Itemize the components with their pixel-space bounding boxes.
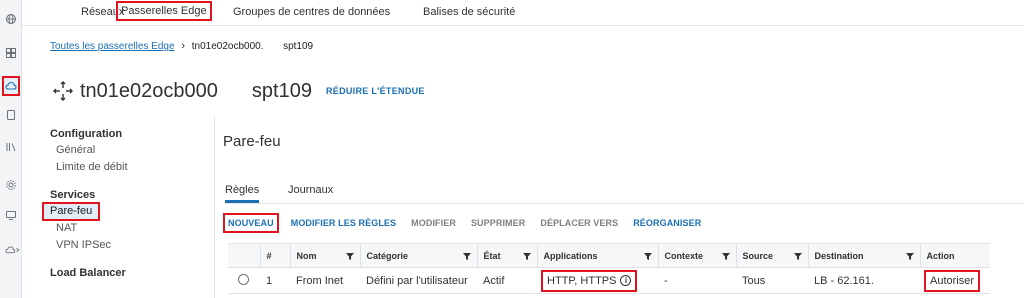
menu-item-general[interactable]: Général [50,143,210,158]
new-button[interactable]: NOUVEAU [223,213,279,233]
breadcrumb-separator: › [181,40,185,52]
cloud-expand-icon[interactable] [4,243,22,257]
action-box: Autoriser [924,269,981,292]
gear-icon[interactable] [4,178,18,192]
tab-security-tags[interactable]: Balises de sécurité [423,6,515,18]
header-context[interactable]: Contexte [657,243,736,268]
tab-edge-gateways[interactable]: Passerelles Edge [116,1,212,21]
applications-box: HTTP, HTTPS i [541,269,638,292]
filter-icon[interactable] [345,252,354,260]
delete-button[interactable]: SUPPRIMER [471,218,525,228]
cell-action: Autoriser [920,267,990,294]
reorder-button[interactable]: RÉORGANISER [633,218,701,228]
rules-tabs: Règles Journaux [225,180,1024,204]
cell-destination: LB - 62.161. [808,267,920,294]
info-icon[interactable]: i [620,275,632,287]
settings-menu: Configuration Général Limite de débit Se… [42,128,210,279]
filter-icon[interactable] [793,252,802,260]
tab-rules[interactable]: Règles [225,184,260,203]
edge-gateway-arrows-icon [53,81,73,101]
cell-state: Actif [477,267,537,294]
cell-applications: HTTP, HTTPS i [537,267,658,294]
edit-button[interactable]: MODIFIER [411,218,456,228]
filter-icon[interactable] [462,252,471,260]
header-source[interactable]: Source [735,243,808,268]
edit-rules-button[interactable]: MODIFIER LES RÈGLES [291,218,396,228]
breadcrumb-link[interactable]: Toutes les passerelles Edge [50,41,175,52]
firewall-rules-table: # Nom Catégorie État Applications Contex… [228,243,990,294]
header-state[interactable]: État [476,243,537,268]
cell-number: 1 [260,267,290,294]
header-applications[interactable]: Applications [536,243,658,268]
library-icon[interactable] [4,140,18,154]
header-name[interactable]: Nom [289,243,360,268]
header-action: Action [919,243,990,268]
table-row[interactable]: 1 From Inet Défini par l'utilisateur Act… [228,267,990,294]
cloud-icon[interactable] [2,76,20,96]
header-number: # [259,243,290,268]
monitor-icon[interactable] [4,208,18,222]
menu-heading-services: Services [50,189,96,201]
menu-heading-load-balancer[interactable]: Load Balancer [50,267,210,279]
filter-icon[interactable] [721,252,730,260]
page-title-a: tn01e02ocb000 [80,79,218,102]
grid-icon[interactable] [4,46,18,60]
cell-name: From Inet [290,267,360,294]
reduce-scope-link[interactable]: RÉDUIRE L'ÉTENDUE [326,86,425,96]
document-icon[interactable] [4,108,18,122]
cell-source: Tous [736,267,808,294]
breadcrumb-current-a: tn01e02ocb000. [191,41,264,52]
filter-icon[interactable] [643,252,652,260]
menu-item-vpn-ipsec[interactable]: VPN IPSec [50,238,210,253]
header-category[interactable]: Catégorie [359,243,477,268]
filter-icon[interactable] [522,252,531,260]
filter-icon[interactable] [905,252,914,260]
page-header: tn01e02ocb000 spt109 RÉDUIRE L'ÉTENDUE [52,74,425,108]
left-icon-rail [0,0,22,298]
breadcrumb-current-b: spt109 [283,41,314,52]
panel-title: Pare-feu [223,133,281,150]
row-select-radio[interactable] [238,273,249,285]
move-to-button[interactable]: DÉPLACER VERS [540,218,618,228]
menu-item-rate-limit[interactable]: Limite de débit [50,160,210,175]
top-nav: Réseaux Passerelles Edge Groupes de cent… [22,0,1024,26]
breadcrumb: Toutes les passerelles Edge › tn01e02ocb… [50,40,313,52]
table-header-row: # Nom Catégorie État Applications Contex… [228,243,990,268]
menu-heading-configuration: Configuration [50,128,123,140]
globe-icon[interactable] [4,12,18,26]
tab-datacenter-groups[interactable]: Groupes de centres de données [233,6,390,18]
page-title-b: spt109 [251,79,312,102]
tab-logs[interactable]: Journaux [288,184,333,196]
header-destination[interactable]: Destination [807,243,920,268]
menu-item-nat[interactable]: NAT [50,221,210,236]
action-toolbar: NOUVEAU MODIFIER LES RÈGLES MODIFIER SUP… [223,212,716,234]
cell-context: - [658,267,736,294]
menu-item-firewall[interactable]: Pare-feu [42,202,101,221]
header-select [228,243,260,268]
cell-category: Défini par l'utilisateur [360,267,477,294]
